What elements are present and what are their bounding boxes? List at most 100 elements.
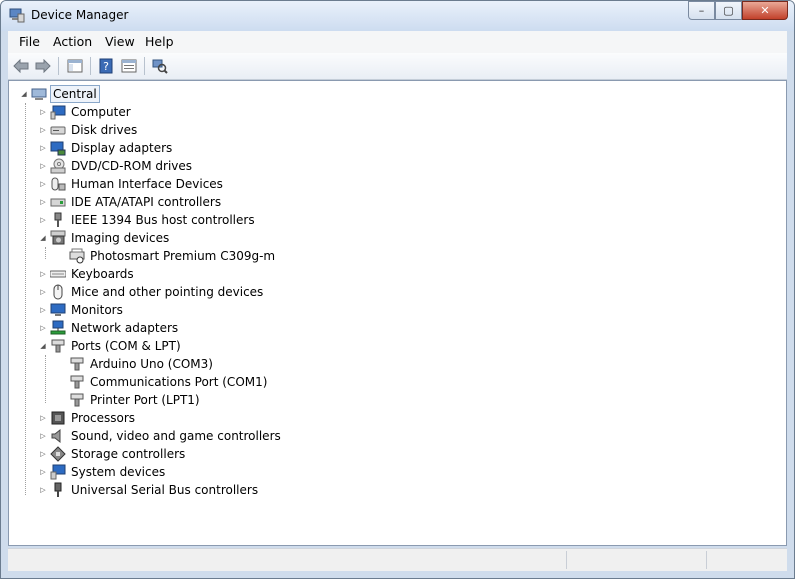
tree-item-label: Arduino Uno (COM3) (90, 357, 213, 371)
scan-hardware-icon (152, 59, 168, 74)
tree-item-mice[interactable]: ▷ Mice and other pointing devices (38, 283, 265, 301)
toolbar: ? (8, 53, 787, 80)
maximize-button[interactable]: ▢ (715, 1, 742, 20)
storage-controller-icon (50, 446, 66, 462)
mouse-icon (53, 284, 63, 300)
port-icon (51, 339, 65, 353)
expand-icon[interactable]: ▷ (38, 305, 48, 315)
expand-icon[interactable]: ▷ (38, 323, 48, 333)
tree-item-keyboards[interactable]: ▷ Keyboards (38, 265, 136, 283)
tree-item-label: Network adapters (71, 321, 179, 335)
status-bar (8, 548, 787, 571)
tree-item-processors[interactable]: ▷ Processors (38, 409, 137, 427)
tree-item-usb[interactable]: ▷ Universal Serial Bus controllers (38, 481, 260, 499)
tree-item-label: Ports (COM & LPT) (71, 339, 181, 353)
tree-item-label: Human Interface Devices (71, 177, 223, 191)
help-icon: ? (99, 58, 113, 74)
usb-icon (54, 482, 62, 497)
help-button[interactable]: ? (97, 57, 115, 75)
port-icon (70, 393, 84, 407)
tree-item-label: Printer Port (LPT1) (90, 393, 200, 407)
expand-icon[interactable]: ▷ (38, 431, 48, 441)
tree-item-storage[interactable]: ▷ Storage controllers (38, 445, 187, 463)
menu-view[interactable]: View (105, 34, 135, 49)
tree-item-ieee1394[interactable]: ▷ IEEE 1394 Bus host controllers (38, 211, 257, 229)
device-tree[interactable]: ◢ Central ▷ Computer ▷ Disk drives ▷ Dis… (8, 80, 787, 546)
svg-text:?: ? (103, 60, 109, 73)
expand-icon[interactable]: ▷ (38, 107, 48, 117)
tree-item-label: Mice and other pointing devices (71, 285, 264, 299)
menu-action[interactable]: Action (53, 34, 92, 49)
tree-item-display-adapters[interactable]: ▷ Display adapters (38, 139, 174, 157)
expand-icon[interactable]: ▷ (38, 197, 48, 207)
menu-help[interactable]: Help (145, 34, 174, 49)
hid-icon (51, 177, 66, 191)
printer-icon (69, 248, 85, 264)
close-button[interactable]: ✕ (742, 1, 788, 20)
menu-file[interactable]: File (19, 34, 40, 49)
close-icon: ✕ (760, 4, 770, 17)
status-pane (706, 551, 787, 569)
properties-button[interactable] (120, 57, 138, 75)
expand-icon[interactable]: ▷ (38, 143, 48, 153)
tree-item-label: Universal Serial Bus controllers (71, 483, 259, 497)
expand-icon[interactable]: ▷ (38, 485, 48, 495)
port-icon (70, 357, 84, 371)
tree-item-monitors[interactable]: ▷ Monitors (38, 301, 125, 319)
forward-arrow-icon (35, 59, 51, 73)
tree-item-imaging-devices[interactable]: ◢ Imaging devices (38, 229, 171, 247)
tree-item-label: DVD/CD-ROM drives (71, 159, 193, 173)
tree-item-dvd-cdrom[interactable]: ▷ DVD/CD-ROM drives (38, 157, 194, 175)
tree-item-label: Sound, video and game controllers (71, 429, 281, 443)
show-hide-console-tree-button[interactable] (66, 57, 84, 75)
collapse-icon[interactable]: ◢ (38, 341, 48, 351)
tree-item-label: Monitors (71, 303, 123, 317)
menu-bar: File Action View Help (8, 31, 787, 54)
expand-icon[interactable]: ▷ (38, 179, 48, 189)
tree-item-network-adapters[interactable]: ▷ Network adapters (38, 319, 180, 337)
tree-root-label: Central (50, 85, 100, 103)
tree-item-computer[interactable]: ▷ Computer (38, 103, 133, 121)
expand-icon[interactable]: ▷ (38, 413, 48, 423)
collapse-icon[interactable]: ◢ (38, 233, 48, 243)
tree-child-com1[interactable]: Communications Port (COM1) (69, 373, 269, 391)
properties-icon (121, 59, 137, 73)
expand-icon[interactable]: ▷ (38, 269, 48, 279)
tree-item-hid[interactable]: ▷ Human Interface Devices (38, 175, 225, 193)
tree-child-photosmart[interactable]: Photosmart Premium C309g-m (69, 247, 277, 265)
expand-icon[interactable]: ▷ (38, 467, 48, 477)
expand-icon[interactable]: ▷ (38, 287, 48, 297)
network-adapter-icon (50, 320, 66, 335)
back-button[interactable] (12, 57, 30, 75)
console-tree-icon (67, 59, 83, 73)
collapse-icon[interactable]: ◢ (19, 89, 29, 99)
forward-button[interactable] (34, 57, 52, 75)
expand-icon[interactable]: ▷ (38, 215, 48, 225)
title-bar[interactable]: Device Manager – ▢ ✕ (1, 1, 794, 31)
tree-item-ports[interactable]: ◢ Ports (COM & LPT) (38, 337, 183, 355)
camera-icon (50, 230, 66, 245)
tree-root[interactable]: ◢ Central (19, 85, 100, 103)
tree-item-system-devices[interactable]: ▷ System devices (38, 463, 167, 481)
tree-item-sound[interactable]: ▷ Sound, video and game controllers (38, 427, 283, 445)
tree-item-ide-ata[interactable]: ▷ IDE ATA/ATAPI controllers (38, 193, 223, 211)
scan-hardware-button[interactable] (151, 57, 169, 75)
expand-icon[interactable]: ▷ (38, 125, 48, 135)
tree-item-label: System devices (71, 465, 166, 479)
minimize-button[interactable]: – (688, 1, 715, 20)
window-title: Device Manager (31, 8, 129, 22)
tree-item-disk-drives[interactable]: ▷ Disk drives (38, 121, 139, 139)
tree-child-arduino[interactable]: Arduino Uno (COM3) (69, 355, 215, 373)
processor-icon (51, 411, 65, 425)
port-icon (70, 375, 84, 389)
expand-icon[interactable]: ▷ (38, 449, 48, 459)
device-manager-window: Device Manager – ▢ ✕ File Action View He… (0, 0, 795, 579)
tree-child-lpt1[interactable]: Printer Port (LPT1) (69, 391, 202, 409)
expand-icon[interactable]: ▷ (38, 161, 48, 171)
tree-item-label: Photosmart Premium C309g-m (90, 249, 276, 263)
minimize-icon: – (698, 4, 705, 17)
computer-icon (31, 88, 47, 100)
speaker-icon (51, 428, 61, 444)
keyboard-icon (50, 270, 66, 278)
ide-controller-icon (50, 198, 66, 207)
